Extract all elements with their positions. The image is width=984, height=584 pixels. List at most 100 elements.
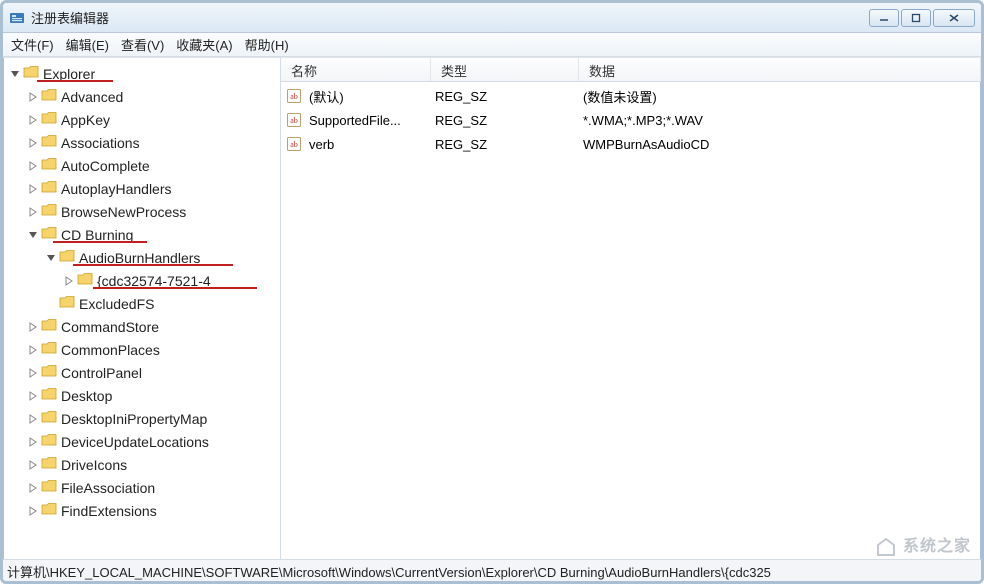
- folder-icon: [41, 410, 57, 427]
- annotation-underline: [53, 241, 147, 243]
- folder-icon: [41, 341, 57, 358]
- cell-type: REG_SZ: [431, 113, 579, 128]
- expander-closed-icon[interactable]: [27, 114, 39, 126]
- folder-icon: [41, 134, 57, 151]
- expander-closed-icon[interactable]: [27, 137, 39, 149]
- tree-label: CommonPlaces: [61, 342, 160, 358]
- maximize-button[interactable]: [901, 9, 931, 27]
- cell-data: WMPBurnAsAudioCD: [579, 137, 981, 152]
- column-type[interactable]: 类型: [431, 58, 579, 81]
- menu-edit[interactable]: 编辑(E): [66, 35, 109, 54]
- tree-label: AutoComplete: [61, 158, 150, 174]
- tree-label: FileAssociation: [61, 480, 155, 496]
- expander-open-icon[interactable]: [9, 68, 21, 80]
- menu-help[interactable]: 帮助(H): [245, 35, 289, 54]
- column-data[interactable]: 数据: [579, 58, 981, 81]
- registry-editor-window: 注册表编辑器 文件(F) 编辑(E) 查看(V) 收藏夹(A) 帮助(H) Ex…: [0, 0, 984, 584]
- list-row[interactable]: ab(默认)REG_SZ(数值未设置): [281, 84, 981, 108]
- tree-label: Advanced: [61, 89, 123, 105]
- expander-closed-icon[interactable]: [27, 183, 39, 195]
- string-value-icon: ab: [287, 137, 305, 151]
- expander-closed-icon[interactable]: [27, 436, 39, 448]
- folder-icon: [77, 272, 93, 289]
- tree-item[interactable]: Desktop: [5, 384, 280, 407]
- folder-icon: [41, 88, 57, 105]
- tree-label: Desktop: [61, 388, 112, 404]
- tree-item[interactable]: DriveIcons: [5, 453, 280, 476]
- tree-label: ExcludedFS: [79, 296, 154, 312]
- tree-label: DeviceUpdateLocations: [61, 434, 209, 450]
- expander-closed-icon[interactable]: [27, 390, 39, 402]
- folder-icon: [41, 203, 57, 220]
- tree-label: FindExtensions: [61, 503, 157, 519]
- menu-favorites[interactable]: 收藏夹(A): [176, 35, 232, 54]
- svg-text:ab: ab: [290, 116, 298, 125]
- folder-icon: [41, 157, 57, 174]
- svg-text:ab: ab: [290, 92, 298, 101]
- tree-item[interactable]: DeviceUpdateLocations: [5, 430, 280, 453]
- menu-file[interactable]: 文件(F): [11, 35, 54, 54]
- titlebar[interactable]: 注册表编辑器: [3, 3, 981, 33]
- folder-icon: [41, 502, 57, 519]
- window-title: 注册表编辑器: [31, 8, 869, 27]
- folder-icon: [41, 387, 57, 404]
- folder-icon: [41, 180, 57, 197]
- menubar: 文件(F) 编辑(E) 查看(V) 收藏夹(A) 帮助(H): [3, 33, 981, 57]
- tree-label: BrowseNewProcess: [61, 204, 186, 220]
- list-row[interactable]: abSupportedFile...REG_SZ*.WMA;*.MP3;*.WA…: [281, 108, 981, 132]
- expander-closed-icon[interactable]: [63, 275, 75, 287]
- cell-data: (数值未设置): [579, 87, 981, 106]
- expander-closed-icon[interactable]: [27, 482, 39, 494]
- folder-icon: [41, 364, 57, 381]
- close-button[interactable]: [933, 9, 975, 27]
- folder-icon: [41, 111, 57, 128]
- annotation-underline: [73, 264, 233, 266]
- status-path: 计算机\HKEY_LOCAL_MACHINE\SOFTWARE\Microsof…: [7, 565, 771, 580]
- folder-icon: [41, 479, 57, 496]
- tree-item[interactable]: FileAssociation: [5, 476, 280, 499]
- tree-item[interactable]: Advanced: [5, 85, 280, 108]
- window-controls: [869, 9, 975, 27]
- expander-open-icon[interactable]: [45, 252, 57, 264]
- cell-name: SupportedFile...: [305, 113, 431, 128]
- regedit-icon: [9, 10, 25, 26]
- column-name[interactable]: 名称: [281, 58, 431, 81]
- tree-item[interactable]: DesktopIniPropertyMap: [5, 407, 280, 430]
- tree-label: AppKey: [61, 112, 110, 128]
- menu-view[interactable]: 查看(V): [121, 35, 164, 54]
- expander-closed-icon[interactable]: [27, 459, 39, 471]
- list-header: 名称 类型 数据: [281, 58, 981, 82]
- tree-item[interactable]: ControlPanel: [5, 361, 280, 384]
- tree-label: CommandStore: [61, 319, 159, 335]
- tree-item[interactable]: BrowseNewProcess: [5, 200, 280, 223]
- folder-icon: [41, 433, 57, 450]
- tree-label: AutoplayHandlers: [61, 181, 172, 197]
- expander-closed-icon[interactable]: [27, 505, 39, 517]
- cell-name: (默认): [305, 87, 431, 106]
- cell-type: REG_SZ: [431, 137, 579, 152]
- list-pane[interactable]: 名称 类型 数据 ab(默认)REG_SZ(数值未设置)abSupportedF…: [281, 58, 981, 559]
- list-row[interactable]: abverbREG_SZWMPBurnAsAudioCD: [281, 132, 981, 156]
- expander-closed-icon[interactable]: [27, 91, 39, 103]
- tree-pane[interactable]: Explorer AdvancedAppKeyAssociationsAutoC…: [3, 58, 281, 559]
- tree-item[interactable]: AppKey: [5, 108, 280, 131]
- body-panes: Explorer AdvancedAppKeyAssociationsAutoC…: [3, 57, 981, 559]
- expander-closed-icon[interactable]: [27, 344, 39, 356]
- tree-item[interactable]: CommandStore: [5, 315, 280, 338]
- tree-item[interactable]: AutoplayHandlers: [5, 177, 280, 200]
- minimize-button[interactable]: [869, 9, 899, 27]
- folder-icon: [41, 456, 57, 473]
- expander-closed-icon[interactable]: [27, 206, 39, 218]
- tree-item[interactable]: CommonPlaces: [5, 338, 280, 361]
- tree-item[interactable]: FindExtensions: [5, 499, 280, 522]
- expander-closed-icon[interactable]: [27, 160, 39, 172]
- tree-item[interactable]: AutoComplete: [5, 154, 280, 177]
- expander-open-icon[interactable]: [27, 229, 39, 241]
- tree-item[interactable]: Associations: [5, 131, 280, 154]
- svg-text:ab: ab: [290, 140, 298, 149]
- expander-closed-icon[interactable]: [27, 321, 39, 333]
- expander-closed-icon[interactable]: [27, 367, 39, 379]
- tree-item[interactable]: ExcludedFS: [5, 292, 280, 315]
- folder-icon: [41, 318, 57, 335]
- expander-closed-icon[interactable]: [27, 413, 39, 425]
